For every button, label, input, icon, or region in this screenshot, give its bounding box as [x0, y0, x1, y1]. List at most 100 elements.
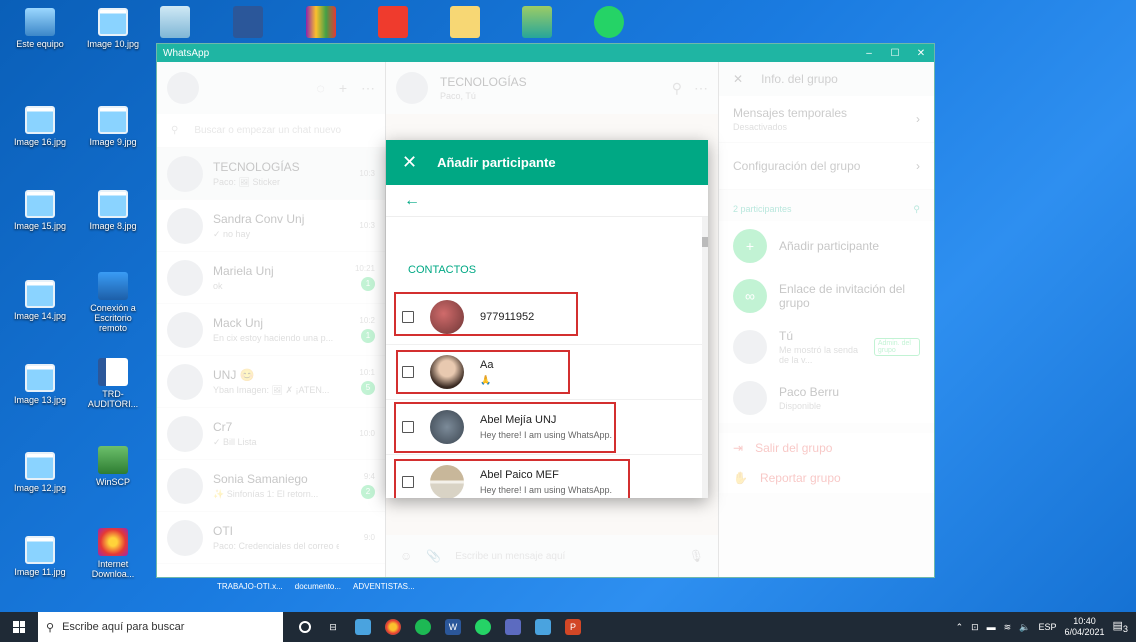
unread-badge: 1 [361, 329, 375, 343]
chat-row[interactable]: Cr7 ✓ Bill Lista 10:0 [157, 408, 385, 460]
my-avatar[interactable] [167, 72, 199, 104]
word-icon[interactable]: W [445, 619, 461, 635]
scrollbar-thumb[interactable] [702, 237, 708, 247]
invite-link-item[interactable]: ∞ Enlace de invitación del grupo [719, 271, 934, 321]
task-view-icon[interactable]: ⊟ [325, 619, 341, 635]
language-indicator[interactable]: ESP [1038, 622, 1056, 632]
recycle-bin-icon[interactable] [160, 6, 190, 38]
chrome-icon[interactable] [385, 619, 401, 635]
close-icon[interactable]: ✕ [402, 152, 417, 173]
contact-checkbox[interactable] [402, 311, 414, 323]
contact-row[interactable]: Aa 🙏 [386, 345, 702, 400]
search-icon[interactable]: ⚲ [913, 204, 920, 215]
word-shortcut-icon[interactable] [233, 6, 263, 38]
group-settings-item[interactable]: Configuración del grupo › [719, 143, 934, 190]
participants-header: 2 participantes ⚲ [733, 204, 920, 215]
desktop-icon-image16[interactable]: Image 16.jpg [10, 106, 70, 147]
chat-row[interactable]: Mack Unj En cix estoy haciendo una p... 10… [157, 304, 385, 356]
clock[interactable]: 10:40 6/04/2021 [1064, 616, 1104, 638]
chat-avatar [167, 207, 203, 244]
message-input[interactable]: Escribe un mensaje aquí [455, 551, 675, 562]
group-info-title: Info. del grupo [761, 72, 838, 86]
image-file-icon [98, 106, 128, 134]
taskbar-search[interactable]: ⚲ Escribe aquí para buscar [38, 612, 283, 642]
desktop-icon-image9[interactable]: Image 9.jpg [83, 106, 143, 147]
desktop-icon-internet-download-manager[interactable]: Internet Downloa... [83, 528, 143, 579]
chat-row[interactable]: Sonia Samaniego ✨ Sinfonías 1: El retorn.… [157, 460, 385, 512]
start-button[interactable] [0, 612, 38, 642]
contact-status: Hey there! I am using WhatsApp. [480, 430, 613, 440]
menu-dots-icon[interactable]: ⋯ [361, 80, 375, 97]
compose-bar: ☺ 📎 Escribe un mensaje aquí 🎙 [386, 535, 718, 577]
battery-icon[interactable]: ▬ [987, 622, 996, 632]
contact-checkbox[interactable] [402, 366, 414, 378]
search-icon[interactable]: ⚲ [672, 80, 682, 97]
app-cube-icon[interactable] [522, 6, 552, 38]
remote-desktop-icon[interactable] [535, 619, 551, 635]
participant-row[interactable]: Paco Berru Disponible [719, 373, 934, 423]
desktop-icon-image15[interactable]: Image 15.jpg [10, 190, 70, 231]
volume-icon[interactable]: 🔈 [1019, 622, 1030, 633]
new-chat-icon[interactable]: + [339, 80, 347, 96]
contact-checkbox[interactable] [402, 476, 414, 488]
chat-time: 9:0 [363, 533, 375, 542]
menu-dots-icon[interactable]: ⋯ [694, 80, 708, 97]
chat-row[interactable]: Sandra Conv Unj ✓ no hay 10:3 [157, 200, 385, 252]
folder-icon[interactable] [450, 6, 480, 38]
add-participant-item[interactable]: + Añadir participante [719, 221, 934, 271]
close-icon[interactable]: ✕ [733, 72, 743, 86]
desktop-file-label[interactable]: documento... [295, 582, 341, 591]
chat-row[interactable]: OTI Paco: Credenciales del correo ele... 9… [157, 512, 385, 564]
desktop-icon-image12[interactable]: Image 12.jpg [10, 452, 70, 493]
chat-row[interactable]: Mariela Unj ok 10:21 1 [157, 252, 385, 304]
microphone-icon[interactable]: 🎙 [689, 549, 704, 563]
contact-search[interactable]: ← [386, 185, 708, 217]
conversation-header[interactable]: TECNOLOGÍAS Paco, Tú ⚲ ⋯ [386, 62, 718, 114]
back-arrow-icon[interactable]: ← [404, 192, 420, 210]
powerpoint-icon[interactable]: P [565, 619, 581, 635]
whatsapp-icon[interactable] [475, 619, 491, 635]
whatsapp-desktop-icon[interactable] [594, 6, 624, 38]
cortana-icon[interactable] [299, 621, 311, 633]
desktop-file-label[interactable]: TRABAJO-OTI.x... [217, 582, 283, 591]
dialog-scrollbar[interactable] [702, 217, 708, 498]
contact-checkbox[interactable] [402, 421, 414, 433]
chevron-up-icon[interactable]: ⌃ [956, 622, 964, 633]
chat-search[interactable]: ⚲ Buscar o empezar un chat nuevo [157, 114, 385, 148]
desktop-icon-image13[interactable]: Image 13.jpg [10, 364, 70, 405]
temporary-messages-item[interactable]: Mensajes temporales Desactivados › [719, 96, 934, 143]
status-icon[interactable]: ◌ [316, 80, 324, 96]
desktop-icon-este-equipo[interactable]: Este equipo [10, 8, 70, 49]
wifi-icon[interactable]: ≋ [1004, 622, 1012, 633]
desktop-icon-remote-desktop[interactable]: Conexión a Escritorio remoto [83, 272, 143, 333]
notification-icon[interactable]: ▤3 [1113, 619, 1129, 634]
contact-row[interactable]: Abel Mejía UNJ Hey there! I am using What… [386, 400, 702, 455]
close-button[interactable]: ✕ [908, 48, 934, 59]
desktop-icon-winscp[interactable]: WinSCP [83, 446, 143, 487]
report-group-item[interactable]: ✋ Reportar grupo [719, 463, 934, 493]
contact-row[interactable]: Abel Paico MEF Hey there! I am using What… [386, 455, 702, 498]
network-icon[interactable]: ⊡ [971, 622, 979, 633]
attach-icon[interactable]: 📎 [426, 549, 441, 563]
shield-app-icon[interactable] [505, 619, 521, 635]
contact-row[interactable]: 977911952 [386, 290, 702, 345]
anydesk-icon[interactable] [378, 6, 408, 38]
winrar-icon[interactable] [306, 6, 336, 38]
taskbar-apps: ⊟ W P [299, 619, 581, 635]
desktop-icon-image14[interactable]: Image 14.jpg [10, 280, 70, 321]
desktop-icon-image11[interactable]: Image 11.jpg [10, 536, 70, 577]
desktop-icon-trd-auditoria[interactable]: TRD-AUDITORI... [83, 358, 143, 409]
add-person-icon: + [733, 229, 767, 263]
exit-group-item[interactable]: ⇥ Salir del grupo [719, 433, 934, 463]
file-explorer-icon[interactable] [355, 619, 371, 635]
spotify-icon[interactable] [415, 619, 431, 635]
participant-row[interactable]: Tú Me mostró la senda de la v... Admin. de… [719, 321, 934, 373]
emoji-icon[interactable]: ☺ [400, 549, 412, 563]
maximize-button[interactable]: ☐ [882, 48, 908, 59]
minimize-button[interactable]: – [856, 48, 882, 59]
desktop-icon-image10[interactable]: Image 10.jpg [83, 8, 143, 49]
chat-row[interactable]: UNJ 😊 Yban Imagen: 🖼 ✗ ¡ATEN... 10:1 5 [157, 356, 385, 408]
chat-row[interactable]: TECNOLOGÍAS Paco: 🖼 Sticker 10:3 [157, 148, 385, 200]
desktop-icon-image8[interactable]: Image 8.jpg [83, 190, 143, 231]
desktop-file-label[interactable]: ADVENTISTAS... [353, 582, 415, 591]
